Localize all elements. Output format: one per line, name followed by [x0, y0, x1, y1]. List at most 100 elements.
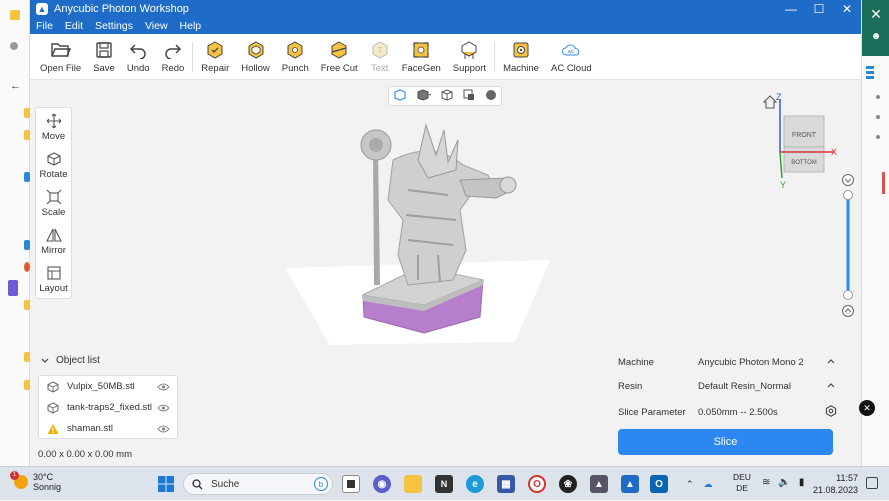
object-list-item[interactable]: tank-traps2_fixed.stl: [39, 397, 177, 418]
3d-viewport[interactable]: Move Rotate Scale Mirror Layout FRONT BO…: [30, 80, 861, 466]
docker-icon[interactable]: ▲: [590, 475, 608, 493]
menu-help[interactable]: Help: [180, 20, 202, 32]
background-teams-window: ✕ ☻: [861, 0, 889, 466]
undo-button[interactable]: Undo: [121, 34, 156, 80]
minimize-button[interactable]: —: [777, 2, 805, 16]
visibility-eye-icon[interactable]: [157, 404, 171, 412]
svg-text:AC: AC: [568, 48, 574, 53]
visibility-eye-icon[interactable]: [157, 383, 171, 391]
object-list-item[interactable]: shaman.stl: [39, 418, 177, 439]
more-icon: [876, 95, 880, 99]
close-button[interactable]: ✕: [833, 2, 861, 16]
mirror-tool-button[interactable]: Mirror: [36, 223, 71, 260]
save-icon: [94, 40, 114, 60]
search-icon: [192, 478, 203, 489]
scroll-indicator: [882, 172, 885, 194]
layout-tool-button[interactable]: Layout: [36, 261, 71, 298]
notion-icon[interactable]: N: [435, 475, 453, 493]
layer-slider[interactable]: [838, 173, 858, 318]
volume-icon[interactable]: 🔈: [778, 477, 790, 488]
close-overlay-button[interactable]: ✕: [859, 400, 875, 416]
keyboard-language[interactable]: DEU DE: [733, 472, 751, 494]
selected-item: [8, 280, 18, 296]
save-button[interactable]: Save: [87, 34, 121, 80]
view-cube-gizmo[interactable]: FRONT BOTTOM Z X Y: [760, 92, 840, 192]
machine-row[interactable]: Machine Anycubic Photon Mono 2: [618, 357, 838, 368]
free-cut-button[interactable]: Free Cut: [315, 34, 364, 80]
repair-icon: [205, 40, 225, 60]
move-tool-button[interactable]: Move: [36, 109, 71, 146]
menu-bar: File Edit Settings View Help: [30, 18, 861, 34]
weather-widget[interactable]: 1 30°C Sonnig: [10, 471, 62, 492]
redo-icon: [163, 40, 183, 60]
resin-row[interactable]: Resin Default Resin_Normal: [618, 381, 838, 392]
system-clock[interactable]: 11:57 21.08.2023: [812, 472, 858, 496]
list-icon: [866, 66, 874, 69]
redo-button[interactable]: Redo: [156, 34, 191, 80]
section-view-icon[interactable]: [462, 88, 476, 105]
opera-icon[interactable]: O: [528, 475, 546, 493]
menu-view[interactable]: View: [145, 20, 168, 32]
maximize-button[interactable]: ☐: [805, 2, 833, 16]
slice-parameter-row[interactable]: Slice Parameter 0.050mm -- 2.500s: [618, 405, 838, 420]
home-view-icon[interactable]: [762, 95, 778, 109]
notification-center-icon[interactable]: [866, 477, 878, 489]
ac-cloud-button[interactable]: AC AC Cloud: [545, 34, 598, 80]
scale-tool-button[interactable]: Scale: [36, 185, 71, 222]
file-explorer-icon[interactable]: [404, 475, 422, 493]
settings-gear-icon[interactable]: [824, 405, 838, 420]
chevron-up-tray-icon[interactable]: ⌃: [686, 479, 694, 490]
app-window: ▲ Anycubic Photon Workshop — ☐ ✕ File Ed…: [30, 0, 861, 466]
sun-icon: 1: [10, 471, 28, 489]
machine-button[interactable]: Machine: [497, 34, 545, 80]
onedrive-icon[interactable]: ☁: [704, 479, 713, 490]
support-icon: [459, 40, 479, 60]
solid-view-icon[interactable]: [416, 88, 432, 105]
svg-text:T: T: [377, 46, 382, 55]
slice-button[interactable]: Slice: [618, 429, 833, 455]
task-view-icon[interactable]: [342, 475, 360, 493]
wireframe-view-icon[interactable]: [440, 88, 454, 105]
start-button[interactable]: [157, 475, 175, 493]
visibility-eye-icon[interactable]: [157, 425, 171, 433]
edge-icon[interactable]: e: [466, 475, 484, 493]
perspective-view-icon[interactable]: [393, 88, 407, 105]
punch-button[interactable]: Punch: [276, 34, 315, 80]
hollow-button[interactable]: Hollow: [235, 34, 276, 80]
model-icon: [47, 380, 59, 393]
chevron-up-icon[interactable]: [824, 381, 838, 392]
menu-edit[interactable]: Edit: [65, 20, 83, 32]
menu-settings[interactable]: Settings: [95, 20, 133, 32]
object-list-header[interactable]: Object list: [40, 355, 100, 366]
weather-condition: Sonnig: [33, 482, 62, 492]
chevron-down-icon: [41, 358, 49, 363]
window-title: Anycubic Photon Workshop: [54, 3, 189, 15]
facegen-button[interactable]: FaceGen: [396, 34, 447, 80]
support-button[interactable]: Support: [447, 34, 492, 80]
tray-icons: ≋ 🔈 ▮: [762, 477, 804, 488]
taskbar-search[interactable]: Suche b: [183, 473, 333, 495]
shaman-model[interactable]: [348, 120, 523, 335]
open-file-button[interactable]: Open File: [34, 34, 87, 80]
chevron-up-icon[interactable]: [824, 357, 838, 368]
wifi-icon[interactable]: ≋: [762, 477, 770, 488]
text-button[interactable]: T Text: [364, 34, 396, 80]
model-icon: [47, 401, 59, 414]
battery-icon[interactable]: ▮: [799, 477, 805, 488]
store-icon[interactable]: ▦: [497, 475, 515, 493]
folder-icon: [10, 10, 20, 20]
chat-icon[interactable]: ◉: [373, 475, 391, 493]
punch-icon: [285, 40, 305, 60]
menu-file[interactable]: File: [36, 20, 53, 32]
object-list-item[interactable]: Vulpix_50MB.stl: [39, 376, 177, 397]
bing-icon: b: [314, 477, 328, 491]
photon-workshop-taskbar-icon[interactable]: ▲: [621, 475, 639, 493]
repair-button[interactable]: Repair: [195, 34, 235, 80]
folder-open-icon: [50, 40, 71, 60]
outlook-icon[interactable]: O: [650, 475, 668, 493]
sphere-view-icon[interactable]: [485, 89, 497, 104]
camera-app-icon[interactable]: ❀: [559, 475, 577, 493]
scale-icon: [46, 189, 62, 205]
add-icon: [10, 42, 18, 50]
rotate-tool-button[interactable]: Rotate: [36, 147, 71, 184]
